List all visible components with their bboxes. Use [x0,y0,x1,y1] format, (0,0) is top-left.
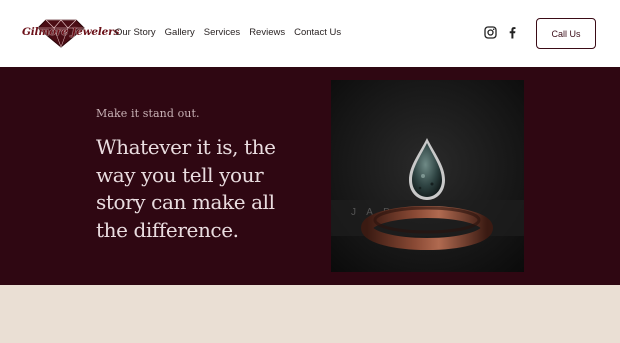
hero-headline: Whatever it is, the way you tell your st… [96,135,276,242]
hero-section: Make it stand out. Whatever it is, the w… [0,67,620,285]
nav-our-story[interactable]: Our Story [115,27,156,38]
ring-photo: J A D [331,80,524,272]
facebook-icon[interactable] [506,26,519,39]
site-header: Gilmore Jewelers Our Story Gallery Servi… [0,0,620,67]
main-nav: Our Story Gallery Services Reviews Conta… [115,27,341,38]
instagram-icon[interactable] [484,26,497,39]
hero-eyebrow: Make it stand out. [96,107,200,120]
ring-image: J A D [331,80,524,272]
call-us-button[interactable]: Call Us [536,18,596,49]
gilmore-jewelers-logo[interactable]: Gilmore Jewelers [22,16,120,48]
next-section-band [0,285,620,343]
nav-services[interactable]: Services [204,27,240,38]
nav-reviews[interactable]: Reviews [249,27,285,38]
nav-gallery[interactable]: Gallery [165,27,195,38]
logo-wordmark: Gilmore Jewelers [22,26,120,38]
nav-contact-us[interactable]: Contact Us [294,27,341,38]
